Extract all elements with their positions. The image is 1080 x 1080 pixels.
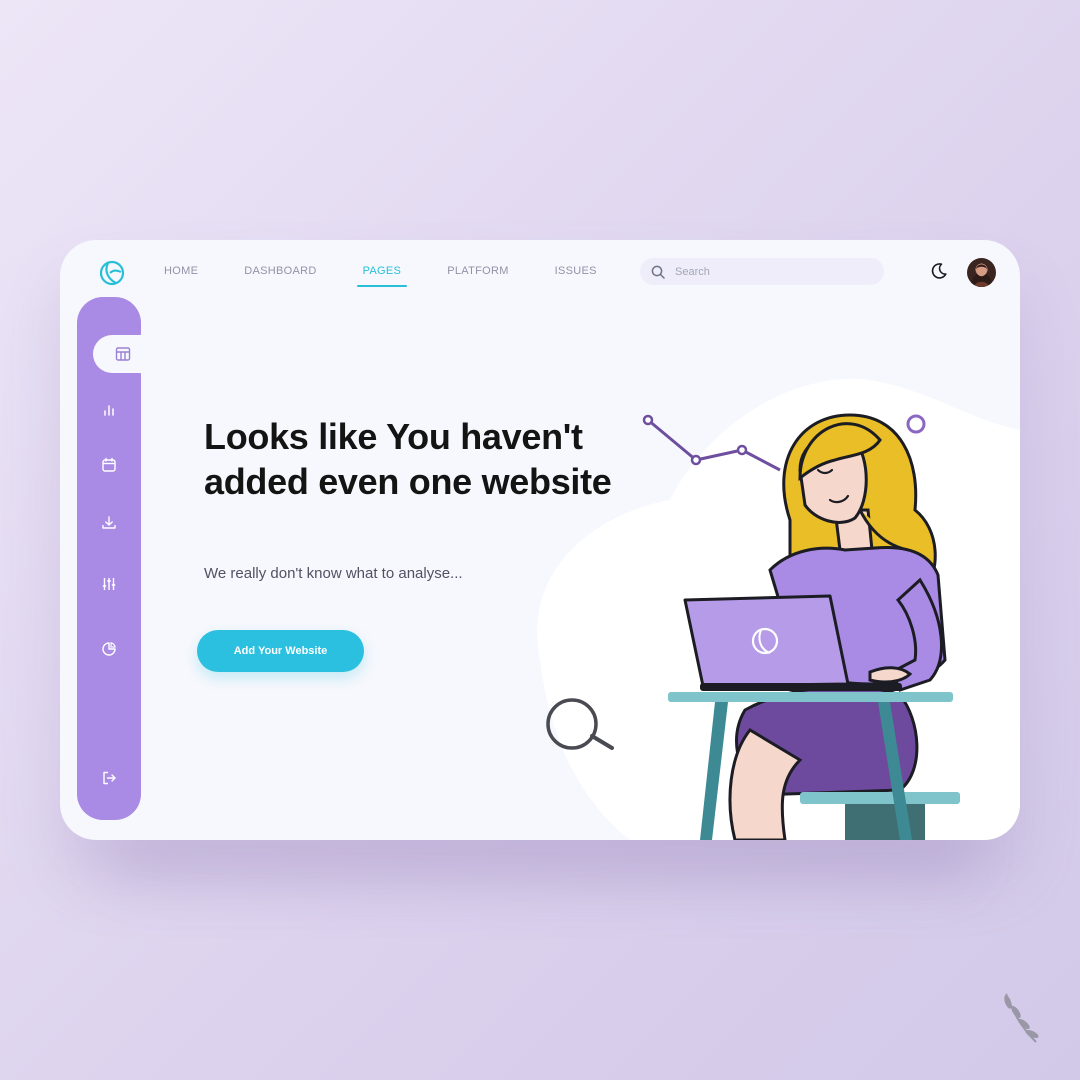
pie-chart-icon: [102, 642, 116, 656]
sidebar-item-reports[interactable]: [77, 629, 141, 669]
nav-item-issues[interactable]: ISSUES: [547, 240, 605, 302]
search-icon: [651, 265, 665, 279]
sidebar-item-calendar[interactable]: [77, 445, 141, 485]
logout-icon: [103, 771, 116, 785]
sidebar-item-logout[interactable]: [77, 758, 141, 798]
moon-icon[interactable]: [930, 262, 948, 280]
laurel-watermark-icon: [1004, 993, 1039, 1043]
user-avatar[interactable]: [967, 258, 996, 287]
app-logo-icon[interactable]: [98, 259, 126, 287]
empty-state-illustration: [537, 378, 1020, 840]
nav-item-home[interactable]: HOME: [156, 240, 206, 302]
sidebar-item-download[interactable]: [77, 503, 141, 543]
sliders-icon: [102, 578, 116, 590]
sidebar-item-layout[interactable]: [77, 334, 141, 374]
bar-chart-icon: [104, 405, 114, 416]
nav-item-platform[interactable]: PLATFORM: [439, 240, 516, 302]
app-window: HOME DASHBOARD PAGES PLATFORM ISSUES ALE…: [60, 240, 1020, 840]
sidebar-item-settings[interactable]: [77, 564, 141, 604]
layout-icon: [115, 347, 131, 361]
add-website-button[interactable]: Add Your Website: [197, 630, 364, 672]
search-bar[interactable]: [640, 258, 884, 285]
nav-item-dashboard[interactable]: DASHBOARD: [236, 240, 324, 302]
sidebar-item-analytics[interactable]: [77, 390, 141, 430]
avatar-portrait: [971, 264, 992, 287]
download-icon: [102, 516, 116, 529]
sidebar: [77, 297, 159, 820]
empty-state-subtext: We really don't know what to analyse...: [204, 565, 463, 582]
nav-item-pages[interactable]: PAGES: [355, 240, 410, 302]
calendar-icon: [102, 457, 116, 472]
search-input[interactable]: [673, 264, 867, 279]
